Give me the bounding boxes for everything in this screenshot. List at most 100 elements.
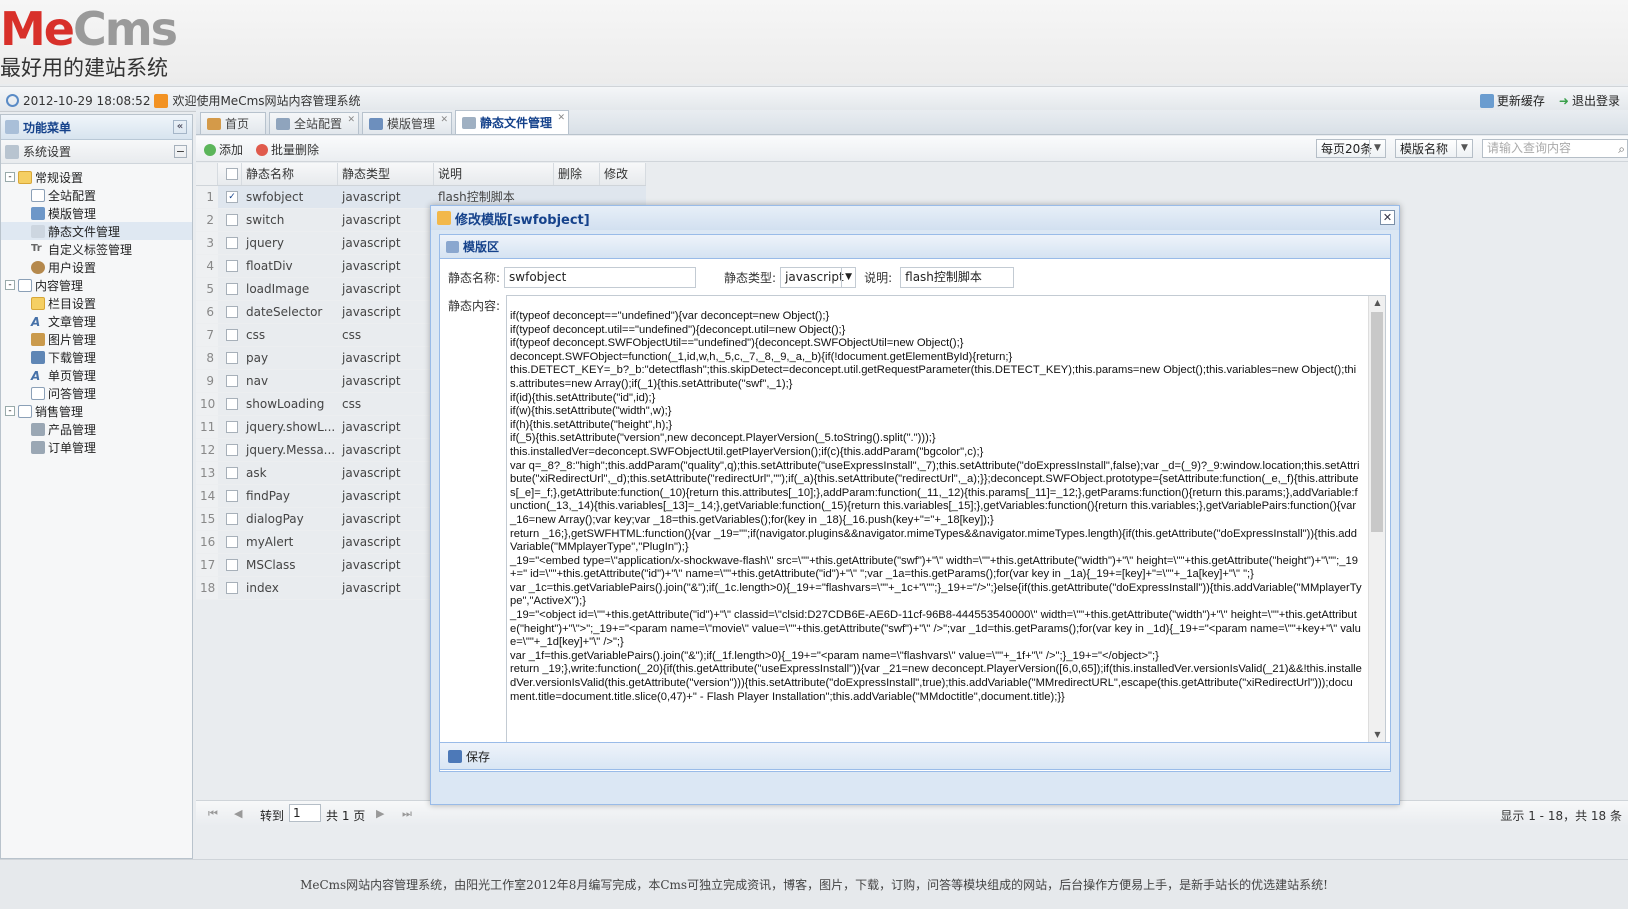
row-number: 8: [196, 347, 218, 369]
sidebar-item[interactable]: - 销售管理: [1, 402, 192, 420]
row-checkbox[interactable]: [226, 306, 238, 318]
row-checkbox[interactable]: [226, 467, 238, 479]
page-size-value: 每页20条: [1321, 142, 1373, 156]
type-select[interactable]: javascript ▼: [780, 267, 857, 288]
last-page-icon[interactable]: ⏭: [402, 807, 412, 821]
scroll-up-icon[interactable]: ▲: [1369, 296, 1385, 310]
header-name[interactable]: 静态名称: [242, 163, 338, 185]
row-number: 7: [196, 324, 218, 346]
row-checkbox[interactable]: [226, 214, 238, 226]
name-input[interactable]: swfobject: [504, 267, 697, 288]
sidebar-section-system[interactable]: 系统设置 −: [1, 140, 192, 164]
dialog-close-button[interactable]: ✕: [1380, 210, 1395, 225]
sidebar-item[interactable]: 模版管理: [1, 204, 192, 222]
row-select-cell[interactable]: [218, 209, 242, 231]
sidebar-item-label: 用户设置: [48, 260, 97, 275]
sidebar-item[interactable]: 产品管理: [1, 420, 192, 438]
next-page-icon[interactable]: ▶: [376, 807, 384, 820]
row-checkbox[interactable]: ✓: [226, 191, 238, 203]
sidebar-collapse-button[interactable]: «: [173, 120, 187, 134]
row-checkbox[interactable]: [226, 582, 238, 594]
row-select-cell[interactable]: [218, 278, 242, 300]
sidebar-item[interactable]: 下载管理: [1, 348, 192, 366]
close-icon[interactable]: ✕: [558, 113, 566, 123]
tab[interactable]: 静态文件管理 ✕: [455, 110, 570, 134]
scroll-thumb[interactable]: [1371, 312, 1383, 532]
tree-toggle-icon[interactable]: -: [5, 406, 15, 416]
row-checkbox[interactable]: [226, 260, 238, 272]
batch-delete-button[interactable]: 批量删除: [256, 141, 319, 158]
search-input[interactable]: 请输入查询内容 ⌕: [1482, 139, 1628, 158]
row-checkbox[interactable]: [226, 536, 238, 548]
row-select-cell[interactable]: [218, 416, 242, 438]
row-select-cell[interactable]: [218, 301, 242, 323]
row-select-cell[interactable]: [218, 577, 242, 599]
sidebar-item[interactable]: - 常规设置: [1, 168, 192, 186]
row-select-cell[interactable]: [218, 462, 242, 484]
row-select-cell[interactable]: [218, 347, 242, 369]
row-checkbox[interactable]: [226, 444, 238, 456]
close-icon[interactable]: ✕: [347, 115, 355, 125]
save-label: 保存: [466, 749, 491, 764]
row-checkbox[interactable]: [226, 421, 238, 433]
sidebar-item[interactable]: 用户设置: [1, 258, 192, 276]
select-all-checkbox[interactable]: [225, 168, 238, 180]
search-field-select[interactable]: 模版名称 ▼: [1395, 139, 1473, 158]
row-checkbox[interactable]: [226, 559, 238, 571]
scroll-down-icon[interactable]: ▼: [1369, 728, 1385, 742]
row-select-cell[interactable]: ✓: [218, 186, 242, 208]
sidebar-item[interactable]: 静态文件管理: [1, 222, 192, 240]
row-select-cell[interactable]: [218, 485, 242, 507]
row-select-cell[interactable]: [218, 255, 242, 277]
search-field-value: 模版名称: [1400, 142, 1449, 156]
refresh-cache-link[interactable]: 更新缓存: [1479, 92, 1545, 109]
search-icon[interactable]: ⌕: [1618, 141, 1625, 158]
desc-input[interactable]: flash控制脚本: [900, 267, 1015, 288]
row-select-cell[interactable]: [218, 324, 242, 346]
tab[interactable]: 首页: [200, 112, 267, 134]
tab[interactable]: 全站配置 ✕: [269, 112, 360, 134]
sidebar-item[interactable]: - 内容管理: [1, 276, 192, 294]
row-checkbox[interactable]: [226, 329, 238, 341]
row-checkbox[interactable]: [226, 237, 238, 249]
row-select-cell[interactable]: [218, 232, 242, 254]
close-icon[interactable]: ✕: [441, 115, 449, 125]
row-select-cell[interactable]: [218, 508, 242, 530]
row-select-cell[interactable]: [218, 370, 242, 392]
row-checkbox[interactable]: [226, 375, 238, 387]
save-button[interactable]: 保存: [448, 748, 490, 765]
logout-link[interactable]: ➜ 退出登录: [1559, 92, 1620, 109]
header-desc[interactable]: 说明: [434, 163, 554, 185]
header-type[interactable]: 静态类型: [338, 163, 434, 185]
content-textarea[interactable]: if(typeof deconcept=="undefined"){var de…: [506, 295, 1386, 743]
sidebar-item[interactable]: A 单页管理: [1, 366, 192, 384]
tree-toggle-icon[interactable]: -: [5, 280, 15, 290]
row-checkbox[interactable]: [226, 352, 238, 364]
prev-page-icon[interactable]: ◀: [234, 807, 242, 820]
row-checkbox[interactable]: [226, 490, 238, 502]
row-select-cell[interactable]: [218, 439, 242, 461]
row-select-cell[interactable]: [218, 554, 242, 576]
row-checkbox[interactable]: [226, 283, 238, 295]
sidebar-item[interactable]: 栏目设置: [1, 294, 192, 312]
sidebar-item[interactable]: A 文章管理: [1, 312, 192, 330]
section-collapse-button[interactable]: −: [174, 145, 187, 158]
tab[interactable]: 模版管理 ✕: [362, 112, 453, 134]
sidebar-item[interactable]: 问答管理: [1, 384, 192, 402]
first-page-icon[interactable]: ⏮: [208, 807, 218, 821]
page-size-select[interactable]: 每页20条 ▼: [1316, 139, 1386, 158]
row-select-cell[interactable]: [218, 393, 242, 415]
header-select-all[interactable]: [218, 163, 242, 185]
tree-toggle-icon[interactable]: -: [5, 172, 15, 182]
add-button[interactable]: 添加: [204, 141, 243, 158]
row-select-cell[interactable]: [218, 531, 242, 553]
dialog-titlebar[interactable]: 修改模版[swfobject]: [431, 206, 1399, 230]
content-scrollbar[interactable]: ▲ ▼: [1368, 296, 1385, 742]
row-checkbox[interactable]: [226, 398, 238, 410]
sidebar-item[interactable]: 订单管理: [1, 438, 192, 456]
row-checkbox[interactable]: [226, 513, 238, 525]
sidebar-item[interactable]: 全站配置: [1, 186, 192, 204]
page-input[interactable]: 1: [289, 804, 321, 822]
sidebar-item[interactable]: 图片管理: [1, 330, 192, 348]
sidebar-item[interactable]: Tr 自定义标签管理: [1, 240, 192, 258]
